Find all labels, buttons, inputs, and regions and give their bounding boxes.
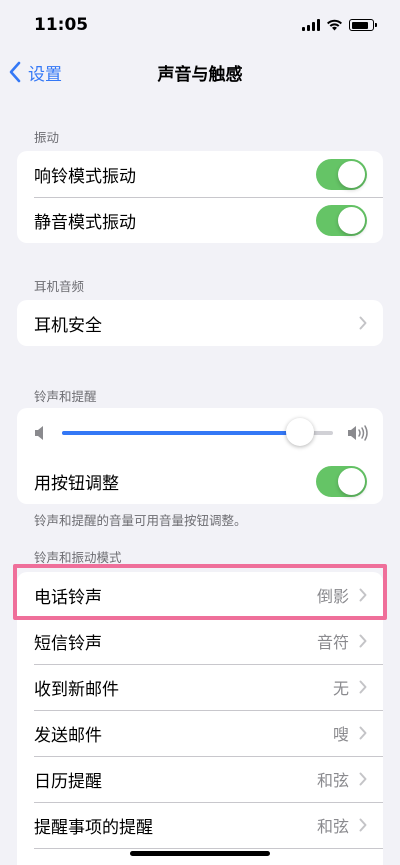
row-label: 短信铃声 <box>34 633 102 654</box>
section-header-patterns: 铃声和振动模式 <box>34 550 122 565</box>
row-label: 用按钮调整 <box>34 473 119 494</box>
chevron-right-icon <box>359 772 367 786</box>
silent-vibration-toggle[interactable] <box>316 204 367 236</box>
row-value: 和弦 <box>316 817 349 836</box>
vibration-card: 响铃模式振动 静音模式振动 <box>17 151 383 243</box>
status-bar: 11:05 <box>0 0 400 50</box>
chevron-right-icon <box>359 634 367 648</box>
ringer-footer: 铃声和提醒的音量可用音量按钮调整。 <box>34 513 247 528</box>
cellular-signal-icon <box>302 19 320 31</box>
ring-vibration-row: 响铃模式振动 <box>17 151 383 197</box>
silent-vibration-row: 静音模式振动 <box>17 197 383 243</box>
status-icons <box>302 19 377 31</box>
row-label: 日历提醒 <box>34 771 102 792</box>
ringer-volume-slider[interactable] <box>62 418 333 446</box>
section-header-headphone: 耳机音频 <box>34 279 85 294</box>
row-label: 发送邮件 <box>34 725 102 746</box>
chevron-right-icon <box>359 818 367 832</box>
battery-icon <box>349 19 377 31</box>
status-time: 11:05 <box>34 15 89 35</box>
headphone-safety-row[interactable]: 耳机安全 <box>17 300 383 346</box>
home-indicator <box>130 851 270 856</box>
button-adjust-toggle[interactable] <box>316 465 367 497</box>
ringer-volume-row <box>17 408 383 458</box>
new-mail-row[interactable]: 收到新邮件 无 <box>17 664 383 710</box>
row-label: 静音模式振动 <box>34 212 136 233</box>
nav-bar: 设置 声音与触感 <box>0 50 400 94</box>
row-value: 音符 <box>316 633 349 652</box>
section-header-vibration: 振动 <box>34 130 60 145</box>
reminder-alerts-row[interactable]: 提醒事项的提醒 和弦 <box>17 802 383 848</box>
sent-mail-row[interactable]: 发送邮件 嗖 <box>17 710 383 756</box>
row-value: 倒影 <box>316 587 349 606</box>
row-label: 电话铃声 <box>34 587 102 608</box>
chevron-right-icon <box>359 680 367 694</box>
button-adjust-row: 用按钮调整 <box>17 458 383 504</box>
row-label: 响铃模式振动 <box>34 166 136 187</box>
chevron-right-icon <box>359 316 367 330</box>
ring-vibration-toggle[interactable] <box>316 158 367 190</box>
text-tone-row[interactable]: 短信铃声 音符 <box>17 618 383 664</box>
row-label: 提醒事项的提醒 <box>34 817 153 838</box>
chevron-right-icon <box>359 726 367 740</box>
row-value: 嗖 <box>332 725 349 744</box>
row-label: 耳机安全 <box>34 315 102 336</box>
speaker-high-icon <box>348 425 368 441</box>
speaker-low-icon <box>35 426 43 440</box>
patterns-card: 电话铃声 倒影 短信铃声 音符 收到新邮件 无 发送邮件 嗖 日历提醒 和弦 提… <box>17 572 383 865</box>
row-value: 无 <box>332 679 349 698</box>
page-title: 声音与触感 <box>157 65 243 85</box>
headphone-card: 耳机安全 <box>17 300 383 346</box>
row-label: 收到新邮件 <box>34 679 119 700</box>
wifi-icon <box>327 19 342 31</box>
section-header-ringer: 铃声和提醒 <box>34 389 97 404</box>
ringtone-row[interactable]: 电话铃声 倒影 <box>17 572 383 618</box>
slider-fill <box>62 431 301 435</box>
row-value: 和弦 <box>316 771 349 790</box>
slider-thumb[interactable] <box>286 418 315 446</box>
ringer-card: 用按钮调整 <box>17 408 383 504</box>
chevron-right-icon <box>359 588 367 602</box>
calendar-alerts-row[interactable]: 日历提醒 和弦 <box>17 756 383 802</box>
